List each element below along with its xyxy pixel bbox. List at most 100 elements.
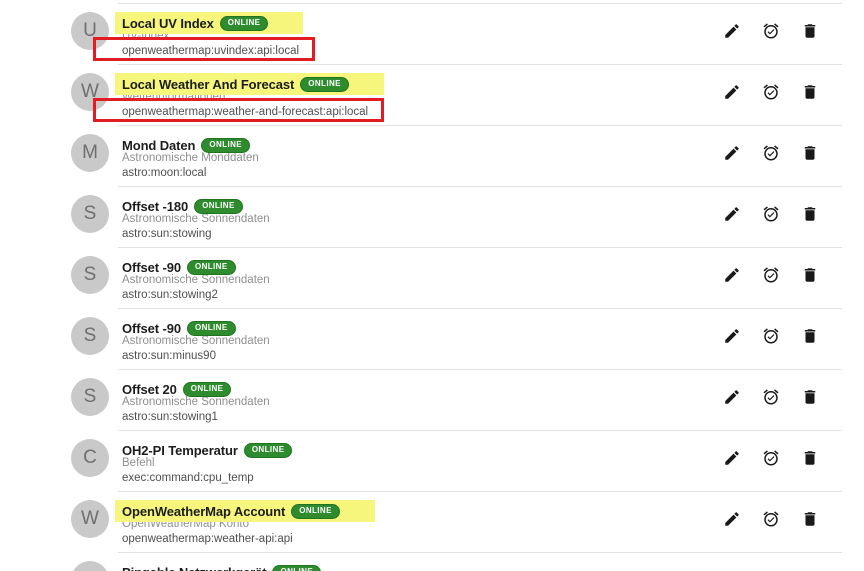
thing-title-row: Mond Daten ONLINE: [115, 134, 257, 156]
thing-list-item[interactable]: C OH2-PI Temperatur ONLINE Befehl exec:c…: [0, 430, 864, 491]
avatar: S: [71, 256, 109, 294]
thing-title: Mond Daten: [122, 137, 196, 153]
pencil-icon: [723, 144, 742, 162]
edit-button[interactable]: [723, 265, 742, 284]
row-actions: [723, 82, 820, 101]
alarm-check-icon: [762, 510, 781, 528]
avatar: S: [71, 317, 109, 355]
trash-icon-button[interactable]: [801, 448, 820, 467]
thing-title: Offset -90: [122, 259, 181, 275]
status-badge: ONLINE: [186, 320, 236, 336]
row-actions: [723, 387, 820, 406]
schedule-button[interactable]: [762, 326, 781, 345]
trash-icon-button[interactable]: [801, 21, 820, 40]
thing-title: Offset 20: [122, 381, 177, 397]
row-divider: [118, 3, 842, 4]
alarm-check-icon: [762, 144, 781, 162]
schedule-button[interactable]: [762, 387, 781, 406]
thing-uid: exec:command:cpu_temp: [122, 472, 254, 484]
thing-list-item[interactable]: S Offset -90 ONLINE Astronomische Sonnen…: [0, 247, 864, 308]
status-badge: ONLINE: [219, 15, 269, 31]
pencil-icon: [723, 266, 742, 284]
edit-button[interactable]: [723, 204, 742, 223]
thing-list-item[interactable]: Pingable Netzwerkgerät ONLINE: [0, 552, 864, 571]
thing-title: OH2-PI Temperatur: [122, 442, 238, 458]
thing-title-row: Offset 20 ONLINE: [115, 378, 238, 400]
pencil-icon: [723, 327, 742, 345]
thing-list-item[interactable]: S Offset -90 ONLINE Astronomische Sonnen…: [0, 308, 864, 369]
thing-list-item[interactable]: M Mond Daten ONLINE Astronomische Mondda…: [0, 125, 864, 186]
avatar: S: [71, 378, 109, 416]
schedule-button[interactable]: [762, 82, 781, 101]
avatar: W: [71, 73, 109, 111]
edit-button[interactable]: [723, 21, 742, 40]
schedule-button[interactable]: [762, 265, 781, 284]
row-divider: [118, 308, 842, 309]
pencil-icon: [723, 22, 742, 40]
row-actions: [723, 448, 820, 467]
pencil-icon: [723, 510, 742, 528]
status-badge: ONLINE: [186, 259, 236, 275]
edit-button[interactable]: [723, 143, 742, 162]
trash-icon-button[interactable]: [801, 82, 820, 101]
schedule-button[interactable]: [762, 143, 781, 162]
row-divider: [118, 64, 842, 65]
thing-uid-text: astro:sun:stowing2: [122, 289, 218, 301]
thing-list-item[interactable]: U Local UV Index ONLINE UV-Index openwea…: [0, 3, 864, 64]
schedule-button[interactable]: [762, 204, 781, 223]
status-badge: ONLINE: [194, 198, 243, 214]
trash-icon: [801, 327, 820, 345]
thing-uid: astro:moon:local: [122, 167, 206, 179]
schedule-button[interactable]: [762, 448, 781, 467]
thing-title: Local UV Index: [122, 15, 214, 31]
thing-uid-text: astro:sun:stowing: [122, 228, 212, 240]
pencil-icon: [723, 388, 742, 406]
edit-button[interactable]: [723, 448, 742, 467]
thing-title-row: Local Weather And Forecast ONLINE: [115, 73, 384, 95]
trash-icon: [801, 205, 820, 223]
alarm-check-icon: [762, 83, 781, 101]
avatar: [71, 561, 109, 571]
thing-title: Pingable Netzwerkgerät: [122, 565, 267, 571]
thing-list-item[interactable]: S Offset 20 ONLINE Astronomische Sonnend…: [0, 369, 864, 430]
edit-button[interactable]: [723, 387, 742, 406]
trash-icon: [801, 144, 820, 162]
thing-uid-text: astro:moon:local: [122, 167, 207, 179]
pencil-icon: [723, 83, 742, 101]
row-divider: [118, 552, 842, 553]
thing-uid-text: openweathermap:weather-and-forecast:api:…: [92, 98, 385, 122]
edit-button[interactable]: [723, 82, 742, 101]
trash-icon-button[interactable]: [801, 143, 820, 162]
schedule-button[interactable]: [762, 21, 781, 40]
avatar: M: [71, 134, 109, 172]
edit-button[interactable]: [723, 326, 742, 345]
alarm-check-icon: [762, 449, 781, 467]
things-list-page: U Local UV Index ONLINE UV-Index openwea…: [0, 0, 864, 571]
trash-icon-button[interactable]: [801, 509, 820, 528]
schedule-button[interactable]: [762, 509, 781, 528]
thing-title-row: OH2-PI Temperatur ONLINE: [115, 439, 299, 461]
pencil-icon: [723, 205, 742, 223]
status-badge: ONLINE: [182, 381, 232, 397]
edit-button[interactable]: [723, 509, 742, 528]
thing-list-item[interactable]: S Offset -180 ONLINE Astronomische Sonne…: [0, 186, 864, 247]
thing-title-row: Pingable Netzwerkgerät ONLINE: [115, 561, 328, 571]
thing-uid-text: openweathermap:uvindex:api:local: [92, 37, 316, 61]
row-actions: [723, 21, 820, 40]
thing-list-item[interactable]: W OpenWeatherMap Account ONLINE OpenWeat…: [0, 491, 864, 552]
status-badge: ONLINE: [272, 564, 322, 571]
thing-list-item[interactable]: W Local Weather And Forecast ONLINE Wett…: [0, 64, 864, 125]
thing-title-row: Offset -90 ONLINE: [115, 256, 243, 278]
trash-icon-button[interactable]: [801, 387, 820, 406]
trash-icon-button[interactable]: [801, 326, 820, 345]
thing-title: OpenWeatherMap Account: [122, 503, 286, 519]
thing-uid: astro:sun:stowing1: [122, 411, 218, 423]
trash-icon-button[interactable]: [801, 204, 820, 223]
avatar: W: [71, 500, 109, 538]
status-badge: ONLINE: [201, 137, 251, 153]
row-divider: [118, 186, 842, 187]
thing-title-row: Local UV Index ONLINE: [115, 12, 304, 34]
status-badge: ONLINE: [243, 442, 293, 458]
trash-icon-button[interactable]: [801, 265, 820, 284]
thing-uid: openweathermap:weather-and-forecast:api:…: [92, 98, 385, 122]
